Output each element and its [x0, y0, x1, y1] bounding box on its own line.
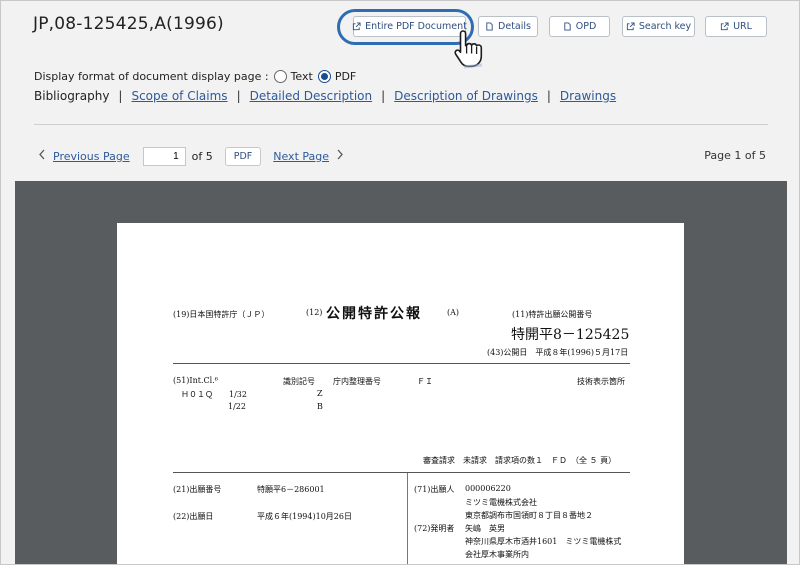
- section-nav: Bibliography | Scope of Claims | Detaile…: [34, 89, 616, 103]
- previous-page-link[interactable]: Previous Page: [53, 150, 130, 163]
- app-window: JP,08-125425,A(1996) Entire PDF Document…: [0, 0, 800, 565]
- fi-label: ＦＩ: [417, 377, 433, 386]
- exam-text: 審査請求 未請求 請求項の数１ ＦＤ （全 ５ 頁）: [423, 456, 617, 465]
- opd-button[interactable]: OPD: [549, 16, 610, 37]
- class-sub-text: 1/22: [228, 402, 246, 411]
- int-cl-label: (51)Int.Cl.⁶: [173, 376, 218, 385]
- column-divider: [407, 473, 408, 564]
- pub-no-label: (11)特許出願公開番号: [512, 310, 593, 319]
- sym-z-text: Z: [317, 389, 323, 398]
- document-icon: [485, 22, 494, 31]
- pub-no-text: 特開平8－125425: [511, 327, 630, 343]
- chevron-left-icon: [38, 149, 46, 163]
- details-label: Details: [498, 21, 531, 32]
- rule: [173, 472, 630, 473]
- inventor-label: (72)発明者: [414, 524, 455, 533]
- section-description-of-drawings[interactable]: Description of Drawings: [394, 89, 538, 103]
- chevron-right-icon: [336, 149, 344, 163]
- nav-separator: |: [236, 89, 241, 103]
- rule: [173, 363, 630, 364]
- document-icon: [563, 22, 572, 31]
- kind-code-text: (12): [306, 308, 323, 317]
- page-number-input[interactable]: [142, 146, 186, 166]
- hand-pointer-icon: [451, 27, 485, 69]
- pdf-radio-label: PDF: [334, 70, 357, 83]
- nav-separator: |: [118, 89, 123, 103]
- search-key-button[interactable]: Search key: [622, 16, 695, 37]
- section-detailed-description[interactable]: Detailed Description: [250, 89, 373, 103]
- pub-date-text: (43)公開日 平成８年(1996)５月17日: [487, 348, 629, 357]
- section-scope-of-claims[interactable]: Scope of Claims: [131, 89, 227, 103]
- text-radio-label: Text: [290, 70, 313, 83]
- pdf-radio[interactable]: [317, 70, 331, 83]
- url-button[interactable]: URL: [705, 16, 767, 37]
- pdf-page-button[interactable]: PDF: [224, 146, 262, 166]
- app-no-label: (21)出願番号: [173, 485, 222, 494]
- app-no-text: 特願平6－286001: [257, 485, 325, 494]
- sym-b-text: B: [317, 402, 323, 411]
- url-label: URL: [733, 21, 752, 32]
- display-format-label: Display format of document display page …: [34, 70, 269, 83]
- section-drawings[interactable]: Drawings: [560, 89, 616, 103]
- pdf-viewer[interactable]: (19)日本国特許庁（ＪＰ） (12) 公開特許公報 (A) (11)特許出願公…: [15, 181, 787, 564]
- external-link-icon: [720, 22, 729, 31]
- applicant-name: ミツミ電機株式会社: [465, 498, 537, 507]
- class-main-text: Ｈ０１Ｑ 1/32: [181, 390, 247, 399]
- id-sym-label: 識別記号: [283, 377, 315, 386]
- text-radio[interactable]: [273, 70, 287, 83]
- section-bibliography: Bibliography: [34, 89, 110, 103]
- pager: Previous Page of 5 PDF Next Page: [38, 146, 344, 166]
- inventor-addr1: 神奈川県厚木市酒井1601 ミツミ電機株式: [465, 537, 622, 546]
- display-format-row: Display format of document display page …: [34, 70, 356, 83]
- inventor-name: 矢嶋 英男: [465, 524, 505, 533]
- app-date-text: 平成６年(1994)10月26日: [257, 512, 352, 521]
- applicant-addr: 東京都調布市国領町８丁目８番地２: [465, 511, 593, 520]
- external-link-icon: [626, 22, 635, 31]
- page-title: JP,08-125425,A(1996): [33, 14, 224, 34]
- app-date-label: (22)出願日: [173, 512, 214, 521]
- divider: [34, 124, 768, 125]
- details-button[interactable]: Details: [478, 16, 538, 37]
- inventor-addr2: 会社厚木事業所内: [465, 550, 529, 559]
- office-ref-label: 庁内整理番号: [333, 377, 381, 386]
- next-page-link[interactable]: Next Page: [273, 150, 329, 163]
- opd-label: OPD: [575, 21, 597, 32]
- nav-separator: |: [381, 89, 386, 103]
- kind-suffix-text: (A): [447, 308, 460, 317]
- applicant-id: 000006220: [465, 484, 511, 493]
- applicant-label: (71)出願人: [414, 485, 455, 494]
- search-key-label: Search key: [638, 21, 692, 32]
- kind-title-text: 公開特許公報: [326, 306, 422, 322]
- page-count-text: of 5: [191, 149, 213, 163]
- pdf-page: (19)日本国特許庁（ＪＰ） (12) 公開特許公報 (A) (11)特許出願公…: [117, 223, 684, 564]
- nav-separator: |: [546, 89, 551, 103]
- tech-field-label: 技術表示箇所: [577, 377, 625, 386]
- page-status: Page 1 of 5: [704, 149, 766, 162]
- office-text: (19)日本国特許庁（ＪＰ）: [173, 310, 270, 319]
